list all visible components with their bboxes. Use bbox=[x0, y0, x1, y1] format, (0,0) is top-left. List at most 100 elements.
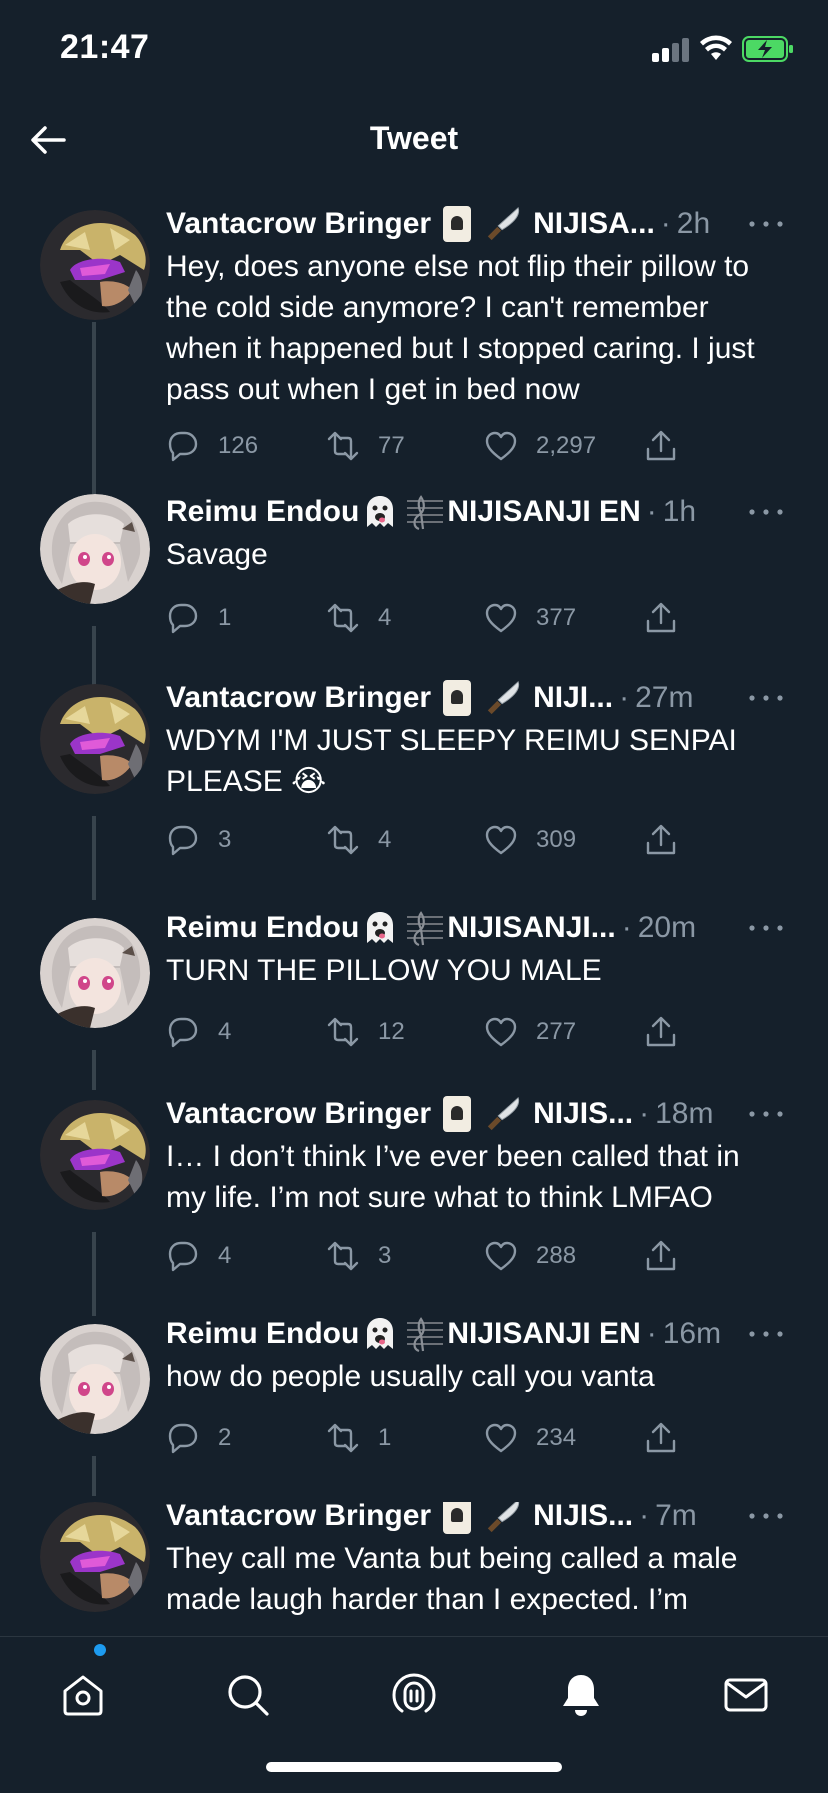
share-icon bbox=[646, 602, 676, 633]
like-button[interactable]: 277 bbox=[484, 1012, 576, 1052]
tweet-time[interactable]: 20m bbox=[638, 911, 696, 945]
avatar-vantacrow[interactable] bbox=[40, 1502, 150, 1612]
tweet[interactable]: Vantacrow Bringer NIJISA... · 2h Hey, do… bbox=[0, 190, 828, 494]
ghost-emoji-icon bbox=[367, 496, 394, 527]
share-button[interactable] bbox=[644, 1418, 696, 1458]
reply-icon bbox=[168, 431, 198, 462]
tweet[interactable]: Reimu Endou NIJISANJI... · 20m TURN THE … bbox=[0, 911, 828, 1090]
more-options-icon[interactable] bbox=[746, 918, 786, 938]
reply-button[interactable]: 4 bbox=[166, 1236, 231, 1276]
tweet-text: TURN THE PILLOW YOU MALE bbox=[166, 954, 602, 987]
more-options-icon[interactable] bbox=[746, 1506, 786, 1526]
retweet-button[interactable]: 4 bbox=[324, 820, 391, 860]
avatar-reimu[interactable] bbox=[40, 494, 150, 604]
retweet-button[interactable]: 12 bbox=[324, 1012, 405, 1052]
more-options-icon[interactable] bbox=[746, 214, 786, 234]
avatar-vantacrow[interactable] bbox=[40, 210, 150, 320]
more-options-icon[interactable] bbox=[746, 502, 786, 522]
like-button[interactable]: 234 bbox=[484, 1418, 576, 1458]
tweet-actions: 4 12 277 bbox=[166, 1012, 686, 1052]
reply-icon bbox=[168, 1423, 198, 1454]
more-options-icon[interactable] bbox=[746, 1324, 786, 1344]
avatar-vantacrow[interactable] bbox=[40, 684, 150, 794]
home-indicator[interactable] bbox=[266, 1762, 562, 1772]
avatar-reimu[interactable] bbox=[40, 918, 150, 1028]
tweet[interactable]: Reimu Endou NIJISANJI EN · 16m how do pe… bbox=[0, 1317, 828, 1496]
joker-card-emoji-icon bbox=[443, 1096, 472, 1132]
heart-icon bbox=[485, 1423, 517, 1453]
joker-card-emoji-icon bbox=[443, 1502, 472, 1534]
tweet-text: Savage bbox=[166, 538, 268, 571]
share-button[interactable] bbox=[644, 1236, 696, 1276]
share-button[interactable] bbox=[644, 598, 696, 638]
search-icon[interactable] bbox=[224, 1671, 272, 1719]
more-options-icon[interactable] bbox=[746, 1104, 786, 1124]
reply-button[interactable]: 3 bbox=[166, 820, 231, 860]
spaces-icon[interactable] bbox=[390, 1671, 438, 1719]
reply-button[interactable]: 2 bbox=[166, 1418, 231, 1458]
author-name[interactable]: Reimu Endou bbox=[166, 1317, 359, 1351]
reply-count: 4 bbox=[218, 1018, 232, 1045]
tweet[interactable]: Vantacrow Bringer NIJIS... · 7m They cal… bbox=[0, 1502, 828, 1632]
retweet-icon bbox=[327, 1017, 359, 1047]
tweet[interactable]: Vantacrow Bringer NIJI... · 27m WDYM I'M… bbox=[0, 680, 828, 900]
like-count: 234 bbox=[536, 1424, 577, 1451]
author-name[interactable]: Reimu Endou bbox=[166, 911, 359, 945]
tweet-time[interactable]: 27m bbox=[635, 681, 693, 715]
tweet-time[interactable]: 1h bbox=[663, 495, 696, 529]
retweet-button[interactable]: 4 bbox=[324, 598, 391, 638]
share-button[interactable] bbox=[644, 820, 696, 860]
more-options-icon[interactable] bbox=[746, 688, 786, 708]
messages-icon[interactable] bbox=[722, 1671, 770, 1719]
musical-score-emoji-icon bbox=[406, 911, 445, 947]
author-affiliation: NIJIS... bbox=[533, 1502, 634, 1532]
reply-button[interactable]: 126 bbox=[166, 426, 258, 466]
author-affiliation: NIJISANJI EN bbox=[447, 495, 641, 528]
like-button[interactable]: 288 bbox=[484, 1236, 576, 1276]
tweet[interactable]: Vantacrow Bringer NIJIS... · 18m I… I do… bbox=[0, 1096, 828, 1316]
reply-icon bbox=[168, 1241, 198, 1272]
tweet-time[interactable]: 2h bbox=[677, 207, 710, 241]
share-button[interactable] bbox=[644, 1012, 696, 1052]
tweet-actions: 2 1 234 bbox=[166, 1418, 686, 1458]
like-button[interactable]: 2,297 bbox=[484, 426, 596, 466]
retweet-button[interactable]: 3 bbox=[324, 1236, 391, 1276]
retweet-icon bbox=[327, 1241, 359, 1271]
tweet-time[interactable]: 16m bbox=[663, 1317, 721, 1351]
thread-connector bbox=[92, 1456, 96, 1496]
knife-emoji-icon bbox=[487, 207, 520, 241]
retweet-icon bbox=[327, 825, 359, 855]
notifications-icon[interactable] bbox=[557, 1671, 605, 1719]
reply-count: 4 bbox=[218, 1242, 232, 1269]
author-name[interactable]: Vantacrow Bringer bbox=[166, 207, 431, 241]
tweet-time[interactable]: 18m bbox=[655, 1097, 713, 1131]
retweet-button[interactable]: 1 bbox=[324, 1418, 391, 1458]
tweet[interactable]: Reimu Endou NIJISANJI EN · 1h Savage 1 4… bbox=[0, 494, 828, 688]
wifi-icon bbox=[700, 35, 732, 60]
avatar-reimu[interactable] bbox=[40, 1324, 150, 1434]
reply-button[interactable]: 4 bbox=[166, 1012, 231, 1052]
retweet-count: 77 bbox=[378, 432, 405, 459]
tweet-time[interactable]: 7m bbox=[655, 1502, 697, 1533]
musical-score-emoji-icon bbox=[406, 495, 445, 531]
thread-connector bbox=[92, 626, 96, 688]
author-name[interactable]: Reimu Endou bbox=[166, 495, 359, 529]
author-name[interactable]: Vantacrow Bringer bbox=[166, 1097, 431, 1131]
avatar-vantacrow[interactable] bbox=[40, 1100, 150, 1210]
home-icon[interactable] bbox=[59, 1671, 107, 1719]
retweet-button[interactable]: 77 bbox=[324, 426, 405, 466]
author-name[interactable]: Vantacrow Bringer bbox=[166, 681, 431, 715]
like-button[interactable]: 377 bbox=[484, 598, 576, 638]
retweet-count: 1 bbox=[378, 1424, 392, 1451]
joker-card-emoji-icon bbox=[443, 206, 472, 242]
ghost-emoji-icon bbox=[367, 1318, 394, 1349]
retweet-count: 4 bbox=[378, 604, 392, 631]
author-name[interactable]: Vantacrow Bringer bbox=[166, 1502, 431, 1533]
like-button[interactable]: 309 bbox=[484, 820, 576, 860]
reply-icon bbox=[168, 603, 198, 634]
share-button[interactable] bbox=[644, 426, 696, 466]
knife-emoji-icon bbox=[487, 681, 520, 715]
retweet-count: 12 bbox=[378, 1018, 405, 1045]
reply-icon bbox=[168, 825, 198, 856]
reply-button[interactable]: 1 bbox=[166, 598, 231, 638]
